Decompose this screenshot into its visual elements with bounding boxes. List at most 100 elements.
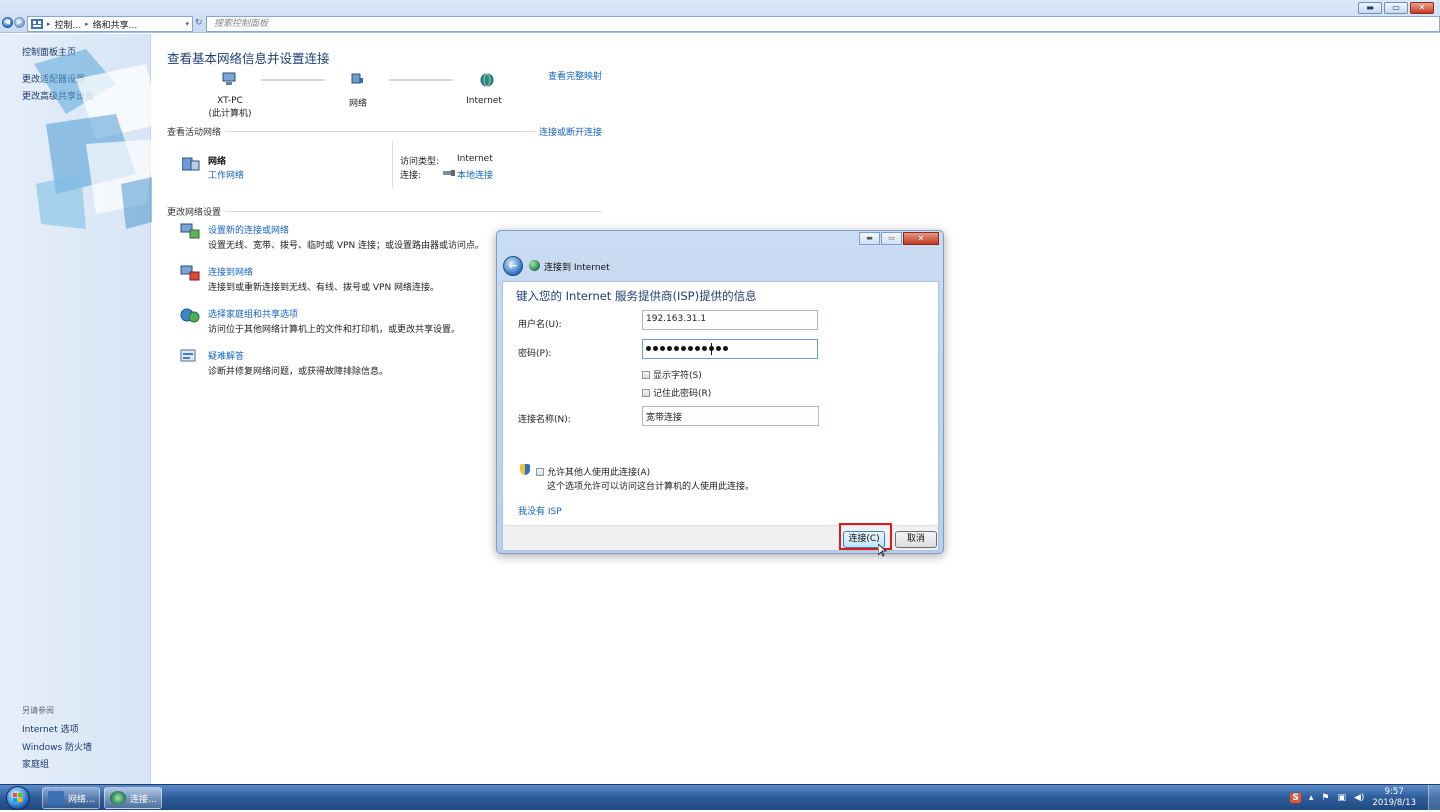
tray-expand-icon[interactable]: ▴	[1309, 793, 1314, 803]
maximize-button[interactable]: ▭	[1384, 2, 1408, 14]
page-title: 查看基本网络信息并设置连接	[167, 51, 330, 66]
task-troubleshoot-link[interactable]: 疑难解答	[208, 349, 244, 362]
flag-icon[interactable]: ⚑	[1321, 793, 1329, 803]
dialog-window-controls: ▬ ▭ ✕	[859, 232, 939, 245]
network-tray-icon[interactable]: ▣	[1337, 793, 1346, 803]
task-connect-network-desc: 连接到或重新连接到无线、有线、拨号或 VPN 网络连接。	[208, 283, 440, 293]
back-icon[interactable]: ◀	[2, 17, 13, 28]
taskbar: 网络... 连接... S ▴ ⚑ ▣ ◀) 9:57 2019/8/13	[0, 784, 1440, 811]
map-connector	[261, 79, 325, 81]
password-dot	[695, 346, 700, 351]
new-connection-icon	[180, 223, 200, 239]
globe-icon	[110, 791, 126, 805]
show-chars-checkbox[interactable]: 显示字符(S)	[642, 368, 702, 381]
password-dot	[674, 346, 679, 351]
divider	[225, 131, 537, 132]
connect-disconnect-link[interactable]: 连接或断开连接	[539, 125, 602, 138]
password-dot	[646, 346, 651, 351]
checkbox-icon	[642, 388, 650, 397]
task-connect-network-link[interactable]: 连接到网络	[208, 265, 253, 278]
computer-icon	[222, 72, 236, 85]
map-node-sub: (此计算机)	[208, 109, 252, 119]
taskbar-button-connect[interactable]: 连接...	[104, 787, 162, 809]
taskbar-button-network[interactable]: 网络...	[42, 787, 100, 809]
password-dot	[653, 346, 658, 351]
control-panel-icon	[48, 791, 64, 805]
map-connector	[389, 79, 453, 81]
task-troubleshoot-desc: 诊断并修复网络问题，或获得故障排除信息。	[208, 367, 389, 377]
map-node-network[interactable]: 网络	[328, 96, 388, 109]
connection-name-label: 连接名称(N):	[518, 415, 571, 425]
password-label: 密码(P):	[518, 349, 552, 359]
search-input[interactable]: 搜索控制面板	[206, 16, 1440, 32]
access-type-label: 访问类型:	[400, 157, 440, 167]
task-setup-connection-desc: 设置无线、宽带、拨号、临时或 VPN 连接；或设置路由器或访问点。	[208, 241, 485, 251]
task-setup-connection-link[interactable]: 设置新的连接或网络	[208, 223, 289, 236]
password-dot	[723, 346, 728, 351]
password-field[interactable]	[642, 339, 818, 359]
active-networks-heading: 查看活动网络	[167, 128, 222, 138]
sidebar-link-adapter[interactable]: 更改适配器设置	[22, 72, 85, 85]
sidebar: 控制面板主页 更改适配器设置 更改高级共享设置 另请参阅 Internet 选项…	[0, 34, 166, 784]
network-type-link[interactable]: 工作网络	[208, 168, 244, 181]
ime-icon[interactable]: S	[1290, 793, 1301, 803]
sidebar-link-homegroup[interactable]: 家庭组	[22, 757, 49, 770]
breadcrumb-separator-icon: ▸	[85, 20, 89, 28]
view-full-map-link[interactable]: 查看完整映射	[548, 69, 602, 82]
taskbar-button-label: 网络...	[68, 794, 95, 805]
windows-logo-icon	[13, 793, 22, 802]
close-button[interactable]: ✕	[1410, 2, 1434, 14]
clock[interactable]: 9:57 2019/8/13	[1372, 787, 1416, 809]
explorer-toolbar: ◀ ▶ ▸ 控制... ▸ 络和共享... ▾ ↻ 搜索控制面板 ▬ ▭ ✕	[0, 0, 1440, 33]
sidebar-link-home[interactable]: 控制面板主页	[22, 45, 76, 58]
connect-network-icon	[180, 265, 200, 281]
allow-others-checkbox[interactable]: 允许其他人使用此连接(A)	[536, 465, 650, 478]
refresh-icon[interactable]: ↻	[195, 18, 203, 28]
dialog-minimize-button[interactable]: ▬	[859, 232, 880, 245]
uac-shield-icon	[520, 464, 530, 475]
map-node-computer[interactable]: XT-PC (此计算机)	[200, 96, 260, 119]
dialog-maximize-button[interactable]: ▭	[881, 232, 902, 245]
start-button[interactable]	[6, 786, 30, 810]
remember-password-checkbox[interactable]: 记住此密码(R)	[642, 386, 711, 399]
show-desktop-button[interactable]	[1428, 785, 1440, 811]
back-arrow-icon[interactable]: ←	[503, 256, 523, 276]
dropdown-arrow-icon[interactable]: ▾	[185, 20, 189, 28]
breadcrumb-item[interactable]: 控制...	[55, 18, 82, 31]
mouse-cursor-icon	[878, 544, 887, 557]
password-dot	[667, 346, 672, 351]
cancel-button[interactable]: 取消	[895, 531, 937, 548]
troubleshoot-icon	[180, 349, 196, 362]
control-panel-icon	[31, 19, 43, 29]
breadcrumb-item[interactable]: 络和共享...	[93, 18, 138, 31]
taskbar-button-label: 连接...	[130, 794, 157, 805]
dialog-close-button[interactable]: ✕	[903, 232, 939, 245]
network-icon	[351, 73, 363, 84]
sidebar-link-internet-options[interactable]: Internet 选项	[22, 722, 79, 735]
sidebar-link-firewall[interactable]: Windows 防火墙	[22, 740, 92, 753]
map-node-name: XT-PC	[217, 96, 243, 106]
connection-label: 连接:	[400, 171, 422, 181]
password-dot	[702, 346, 707, 351]
homegroup-icon	[180, 308, 200, 323]
checkbox-icon	[536, 467, 544, 476]
sidebar-link-sharing[interactable]: 更改高级共享设置	[22, 89, 94, 102]
username-field[interactable]: 192.163.31.1	[642, 310, 818, 330]
map-node-internet[interactable]: Internet	[454, 96, 514, 106]
ethernet-icon	[443, 170, 455, 176]
connect-internet-dialog: ▬ ▭ ✕ ← 连接到 Internet 键入您的 Internet 服务提供商…	[496, 230, 944, 554]
connection-name-field[interactable]: 宽带连接	[642, 406, 819, 426]
password-mask	[646, 346, 728, 351]
globe-icon	[480, 73, 494, 87]
no-isp-link[interactable]: 我没有 ISP	[518, 504, 562, 517]
minimize-button[interactable]: ▬	[1358, 2, 1382, 14]
forward-icon[interactable]: ▶	[14, 17, 25, 28]
username-label: 用户名(U):	[518, 320, 562, 330]
dialog-body: 键入您的 Internet 服务提供商(ISP)提供的信息 用户名(U): 19…	[502, 281, 939, 525]
volume-icon[interactable]: ◀)	[1354, 793, 1364, 803]
divider	[392, 141, 393, 188]
task-homegroup-link[interactable]: 选择家庭组和共享选项	[208, 307, 298, 320]
address-bar[interactable]: ▸ 控制... ▸ 络和共享... ▾	[27, 16, 193, 32]
allow-others-desc: 这个选项允许可以访问这台计算机的人使用此连接。	[547, 482, 755, 492]
local-connection-link[interactable]: 本地连接	[457, 168, 493, 181]
